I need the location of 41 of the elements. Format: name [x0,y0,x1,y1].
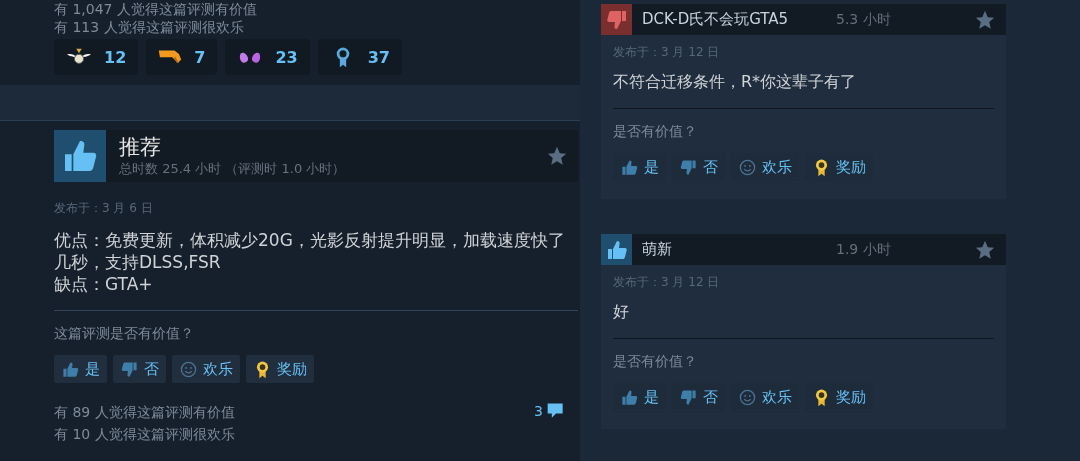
review-text: 好 [613,301,630,323]
smiley-icon [738,157,757,177]
helpful-question: 是否有价值？ [613,123,698,141]
helpful-question: 这篇评测是否有价值？ [54,325,195,343]
award-badge[interactable]: 37 [317,39,402,75]
thumbs-down-icon [120,359,139,379]
star-icon[interactable] [546,145,568,167]
playtime-text: 1.9 小时 [836,240,892,259]
funny-button[interactable]: 欢乐 [172,355,240,383]
review-text: 不符合迁移条件，R*你这辈子有了 [613,71,858,93]
smiley-icon [179,359,198,379]
award-badge[interactable]: 23 [225,39,310,75]
award-badge[interactable]: 12 [54,39,139,75]
helpful-question: 是否有价值？ [613,353,698,371]
posted-date: 发布于：3 月 6 日 [54,200,154,217]
author-name[interactable]: DCK-D氏不会玩GTA5 [642,10,836,29]
award-count: 7 [194,47,206,67]
award-count: 12 [104,47,127,67]
verdict-text: 推荐 [119,134,162,160]
thumbs-down-icon [679,157,698,177]
helpful-count-text: 有 89 人觉得这篇评测有价值 [54,403,236,422]
funny-count-text: 有 113 人觉得这篇评测很欢乐 [54,18,245,36]
award-badge[interactable]: 7 [146,39,218,75]
award-button[interactable]: 奖励 [246,355,314,383]
review-text: 优点：免费更新，体积减少20G，光影反射提升明显，加载速度快了几秒，支持DLSS,FSR [54,229,566,273]
award-count: 23 [275,47,298,67]
author-name[interactable]: 萌新 [642,240,836,259]
helpful-count-text: 有 1,047 人觉得这篇评测有价值 [54,0,258,18]
funny-count-text: 有 10 人觉得这篇评测很欢乐 [54,425,236,444]
thumbs-down-icon [679,387,698,407]
thumbs-up-icon [61,359,80,379]
thumbs-up-icon [620,387,639,407]
yes-button[interactable]: 是 [54,355,107,383]
playtime-text: 5.3 小时 [836,10,892,29]
review-text: 缺点：GTA+ [54,273,154,295]
award-count: 37 [367,47,390,67]
smiley-icon [738,387,757,407]
thumbs-up-icon [620,157,639,177]
no-button[interactable]: 否 [113,355,166,383]
comments-link[interactable]: 3 [534,401,578,421]
playtime-text: 总时数 25.4 小时 （评测时 1.0 小时） [119,160,347,178]
